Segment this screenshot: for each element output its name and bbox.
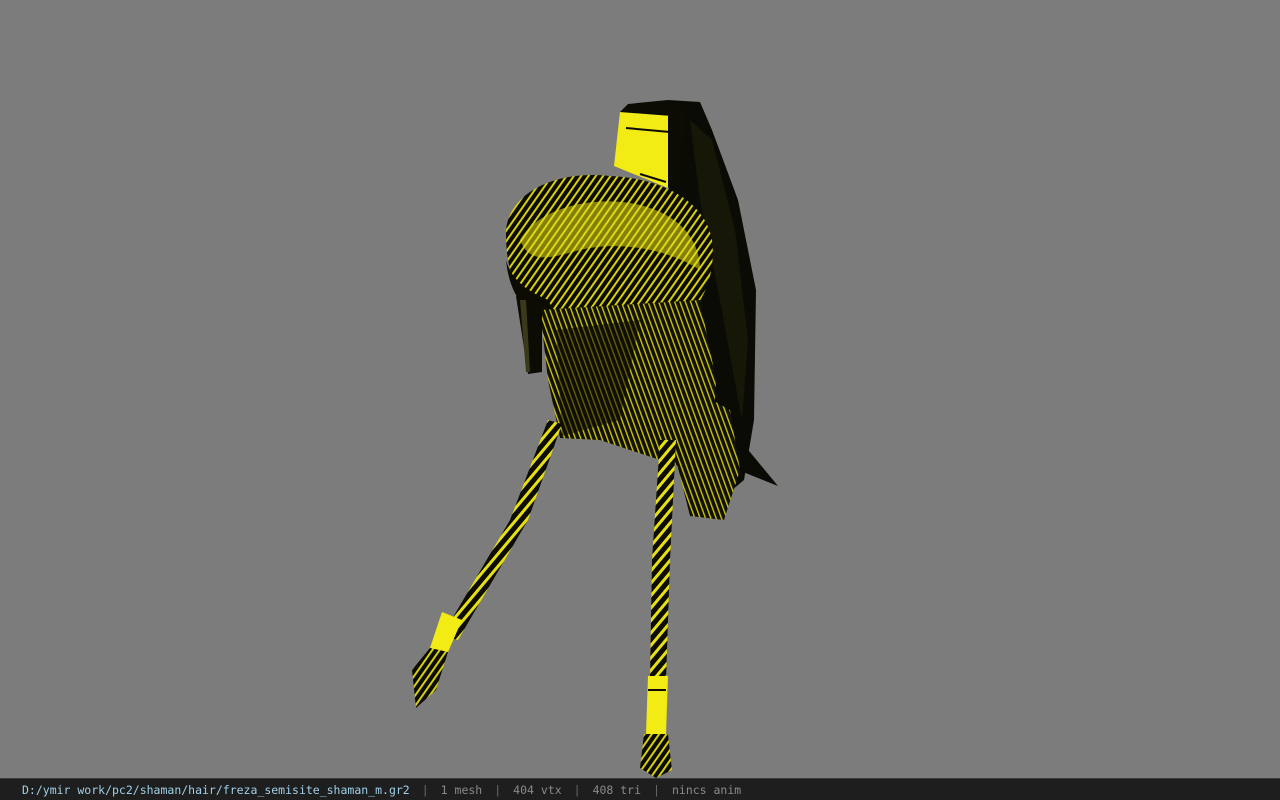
3d-viewport[interactable] <box>0 0 1280 778</box>
status-separator: | <box>573 782 581 797</box>
hair-model-render <box>412 100 778 778</box>
triangle-count-label: 408 tri <box>592 782 642 797</box>
topknot <box>614 100 690 188</box>
file-path-label: D:/ymir work/pc2/shaman/hair/freza_semis… <box>22 782 410 797</box>
left-braid <box>412 420 562 708</box>
animation-status-label: nincs anim <box>671 782 742 797</box>
status-separator: | <box>494 782 502 797</box>
status-separator: | <box>421 782 429 797</box>
right-braid <box>640 440 676 778</box>
status-separator: | <box>653 782 660 797</box>
vertex-count-label: 404 vtx <box>513 782 562 797</box>
status-bar: D:/ymir work/pc2/shaman/hair/freza_semis… <box>0 778 1280 800</box>
mesh-count-label: 1 mesh <box>440 782 483 797</box>
